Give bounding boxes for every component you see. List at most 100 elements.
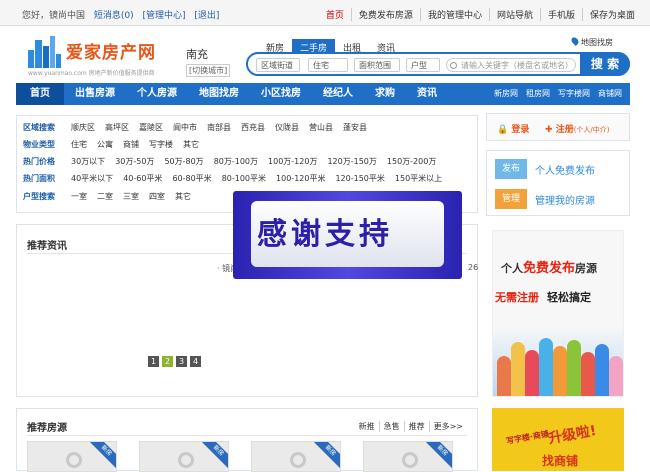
filter-option[interactable]: 写字楼	[149, 139, 173, 153]
filter-option[interactable]: 营山县	[309, 122, 333, 136]
listing-card[interactable]: 新房	[139, 441, 229, 472]
manage-row[interactable]: 管理 管理我的房源	[495, 189, 595, 209]
filter-option[interactable]: 西充县	[241, 122, 265, 136]
news-pager: 1 2 3 4	[148, 356, 201, 367]
filter-option[interactable]: 仪陇县	[275, 122, 299, 136]
nav-home[interactable]: 首页	[16, 83, 64, 105]
my-manage-link[interactable]: 我的管理中心	[419, 8, 489, 21]
filter-option[interactable]: 80万-100万	[214, 156, 258, 170]
nav-sale[interactable]: 出售房源	[64, 83, 126, 105]
search-placeholder: 请输入关键字（楼盘名或地名）	[461, 61, 573, 70]
filter-option[interactable]: 南部县	[207, 122, 231, 136]
filter-option[interactable]: 四室	[149, 191, 165, 205]
nav-community[interactable]: 小区找房	[250, 83, 312, 105]
filter-option[interactable]: 住宅	[71, 139, 87, 153]
map-search-link[interactable]: 地图找房	[570, 36, 613, 48]
ad-text-highlight: 无需注册	[495, 291, 539, 304]
site-nav-link[interactable]: 网站导航	[488, 8, 540, 21]
tab-urgent[interactable]: 急售	[378, 421, 404, 432]
ad2-headline: 升级啦!	[547, 422, 598, 448]
nav-map[interactable]: 地图找房	[188, 83, 250, 105]
nav-office-site[interactable]: 写字楼网	[554, 83, 594, 105]
filter-option[interactable]: 顺庆区	[71, 122, 95, 136]
filter-option[interactable]: 30万-50万	[115, 156, 154, 170]
filter-option[interactable]: 120-150平米	[335, 173, 384, 187]
filter-option[interactable]: 100万-120万	[268, 156, 317, 170]
filter-option[interactable]: 40平米以下	[71, 173, 113, 187]
filter-option[interactable]: 嘉陵区	[139, 122, 163, 136]
ad-text: 个人	[501, 262, 523, 275]
page-button-active[interactable]: 2	[162, 356, 173, 367]
filter-option[interactable]: 30万以下	[71, 156, 105, 170]
ad-text-highlight: 免费发布	[523, 261, 576, 276]
area-select[interactable]: 面积范围	[354, 58, 400, 72]
tab-new-push[interactable]: 新推	[355, 421, 379, 432]
site-logo[interactable]: 爱家房产网 www.yuanmao.com 房地产新价值服务提供商	[28, 34, 178, 80]
filter-label: 物业类型	[23, 140, 55, 149]
messages-link[interactable]: 短消息(0)	[94, 11, 134, 21]
type-select[interactable]: 住宅	[308, 58, 348, 72]
filter-option[interactable]: 一室	[71, 191, 87, 205]
filter-option[interactable]: 三室	[123, 191, 139, 205]
logout-link[interactable]: [退出]	[194, 11, 219, 21]
listing-card[interactable]: 新房	[363, 441, 453, 472]
filter-option[interactable]: 150万-200万	[387, 156, 436, 170]
page-button[interactable]: 3	[176, 356, 187, 367]
nav-wanted[interactable]: 求购	[364, 83, 406, 105]
filter-option[interactable]: 阆中市	[173, 122, 197, 136]
nav-rent-site[interactable]: 租房网	[522, 83, 554, 105]
listing-card[interactable]: 新房	[27, 441, 117, 472]
publish-row[interactable]: 发布 个人免费发布	[495, 159, 595, 179]
filter-option[interactable]: 120万-150万	[327, 156, 376, 170]
thanks-overlay[interactable]: 感谢支持	[233, 191, 462, 279]
placeholder-image-icon	[290, 452, 306, 468]
crowd-illustration	[493, 326, 623, 396]
filter-option[interactable]: 80-100平米	[222, 173, 266, 187]
nav-new-house-site[interactable]: 新房网	[490, 83, 522, 105]
filter-option[interactable]: 60-80平米	[172, 173, 211, 187]
filter-option[interactable]: 其它	[175, 191, 191, 205]
search-input[interactable]: 请输入关键字（楼盘名或地名）	[446, 58, 576, 72]
switch-city-link[interactable]: [切换城市]	[186, 64, 231, 77]
register-link[interactable]: ✚ 注册(个人/中介)	[545, 122, 610, 135]
divider	[27, 435, 467, 436]
district-select[interactable]: 区域街道	[256, 58, 300, 72]
manage-text: 管理我的房源	[535, 195, 595, 207]
filter-option[interactable]: 商铺	[123, 139, 139, 153]
nav-agent[interactable]: 经纪人	[312, 83, 364, 105]
filter-option[interactable]: 高坪区	[105, 122, 129, 136]
save-desktop-link[interactable]: 保存为桌面	[581, 8, 642, 21]
manage-tag: 管理	[495, 189, 527, 209]
shop-upgrade-ad[interactable]: 写字楼·商铺 升级啦! 找商铺	[492, 408, 624, 471]
page-button[interactable]: 1	[148, 356, 159, 367]
building-logo-icon	[28, 36, 62, 68]
page-button[interactable]: 4	[190, 356, 201, 367]
more-link[interactable]: 更多>>	[428, 421, 467, 432]
filter-option[interactable]: 50万-80万	[164, 156, 203, 170]
nav-news[interactable]: 资讯	[406, 83, 448, 105]
location-pin-icon	[570, 36, 580, 46]
manage-center-link[interactable]: [管理中心]	[143, 11, 186, 21]
filter-option[interactable]: 公寓	[97, 139, 113, 153]
filter-option[interactable]: 二室	[97, 191, 113, 205]
filter-option[interactable]: 其它	[183, 139, 199, 153]
login-link[interactable]: 🔒 登录	[497, 122, 529, 135]
nav-personal[interactable]: 个人房源	[126, 83, 188, 105]
layout-select[interactable]: 户型	[406, 58, 440, 72]
free-publish-link[interactable]: 免费发布房源	[350, 8, 420, 21]
search-button[interactable]: 搜 索	[580, 52, 630, 76]
recommended-listings-panel: 推荐房源 新推 急售 推荐 更多>> 新房 新房 新房 新房	[16, 408, 478, 472]
listing-card[interactable]: 新房	[251, 441, 341, 472]
nav-shop-site[interactable]: 商铺网	[594, 83, 626, 105]
tab-recommended[interactable]: 推荐	[403, 421, 429, 432]
filter-option[interactable]: 150平米以上	[395, 173, 442, 187]
placeholder-image-icon	[66, 452, 82, 468]
home-link[interactable]: 首页	[319, 8, 351, 21]
filter-option[interactable]: 100-120平米	[276, 173, 325, 187]
main-nav: 首页 出售房源 个人房源 地图找房 小区找房 经纪人 求购 资讯 新房网 租房网…	[16, 83, 630, 105]
mobile-link[interactable]: 手机版	[539, 8, 582, 21]
filter-option[interactable]: 蓬安县	[343, 122, 367, 136]
filter-option[interactable]: 40-60平米	[123, 173, 162, 187]
login-label: 登录	[511, 125, 530, 135]
free-publish-ad[interactable]: 个人免费发布房源 无需注册 轻松搞定	[492, 230, 624, 397]
